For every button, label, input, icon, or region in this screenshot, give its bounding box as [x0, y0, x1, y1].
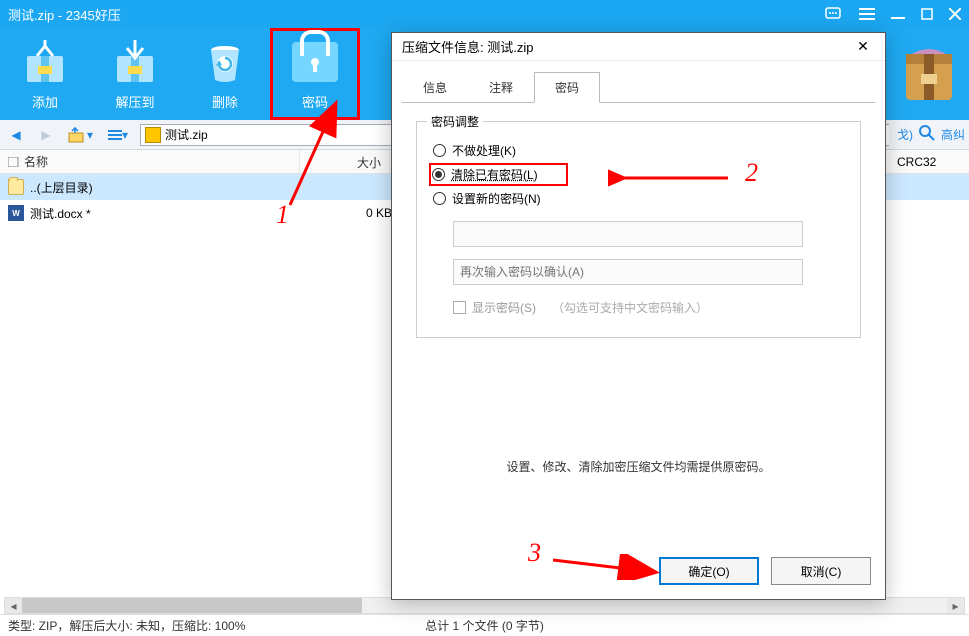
password-dialog: 压缩文件信息: 测试.zip ✕ 信息 注释 密码 密码调整 不做处理(K) 清… — [391, 32, 886, 600]
right-text: 戈) — [897, 126, 913, 143]
radio-noop[interactable]: 不做处理(K) — [433, 142, 844, 159]
maximize-button[interactable] — [921, 8, 933, 20]
chat-icon[interactable] — [825, 7, 843, 21]
add-button[interactable]: 添加 — [0, 28, 90, 120]
dialog-title: 压缩文件信息: 测试.zip — [402, 37, 851, 56]
tab-info[interactable]: 信息 — [402, 72, 468, 103]
scrollbar-thumb[interactable] — [22, 598, 362, 613]
status-mid: 总计 1 个文件 (0 字节) — [425, 617, 544, 634]
scroll-right-button[interactable]: ▸ — [947, 598, 964, 613]
window-title: 测试.zip - 2345好压 — [8, 5, 825, 24]
cancel-button[interactable]: 取消(C) — [771, 557, 871, 585]
dialog-note: 设置、修改、清除加密压缩文件均需提供原密码。 — [416, 458, 861, 475]
tab-comment[interactable]: 注释 — [468, 72, 534, 103]
extract-button[interactable]: 解压到 — [90, 28, 180, 120]
tab-password[interactable]: 密码 — [534, 72, 600, 103]
extract-label: 解压到 — [115, 92, 154, 111]
arrow-1 — [190, 90, 350, 220]
dialog-close-button[interactable]: ✕ — [851, 35, 875, 59]
password-input[interactable] — [453, 221, 803, 247]
add-label: 添加 — [32, 92, 58, 111]
arrow-2 — [608, 168, 738, 188]
checkbox-icon — [8, 157, 20, 167]
dialog-tabs: 信息 注释 密码 — [392, 61, 885, 102]
minimize-button[interactable] — [891, 7, 905, 21]
radio-set-new[interactable]: 设置新的密码(N) — [433, 190, 844, 207]
folder-icon — [8, 179, 24, 195]
status-bar: 类型: ZIP，解压后大小: 未知，压缩比: 100% 总计 1 个文件 (0 … — [0, 614, 969, 636]
right-archive-icon — [889, 28, 969, 120]
fieldset-legend: 密码调整 — [427, 113, 483, 130]
lock-icon — [291, 38, 339, 86]
forward-button[interactable]: ▶ — [34, 123, 58, 147]
right-adv[interactable]: 高纠 — [941, 126, 965, 143]
scroll-left-button[interactable]: ◂ — [5, 598, 22, 613]
radio-clear[interactable]: 清除已有密码(L) — [431, 165, 566, 184]
status-left: 类型: ZIP，解压后大小: 未知，压缩比: 100% — [8, 617, 245, 634]
password-inputs: 显示密码(S) （勾选可支持中文密码输入） — [453, 215, 844, 317]
col-crc[interactable]: CRC32 — [897, 155, 936, 169]
right-partial: 戈) 高纠 CRC32 — [889, 28, 969, 174]
back-button[interactable]: ◀ — [4, 123, 28, 147]
titlebar: 测试.zip - 2345好压 — [0, 0, 969, 28]
search-icon[interactable] — [919, 125, 935, 144]
close-button[interactable] — [949, 8, 961, 20]
docx-icon: W — [8, 205, 24, 221]
archive-icon — [145, 127, 161, 143]
extract-icon — [111, 38, 159, 86]
up-button[interactable]: ▾ — [64, 123, 96, 147]
trash-icon — [201, 38, 249, 86]
ok-button[interactable]: 确定(O) — [659, 557, 759, 585]
arrow-3 — [548, 554, 668, 580]
dialog-titlebar: 压缩文件信息: 测试.zip ✕ — [392, 33, 885, 61]
menu-icon[interactable] — [859, 8, 875, 20]
hint-text: （勾选可支持中文密码输入） — [552, 299, 708, 316]
show-password-checkbox[interactable]: 显示密码(S) （勾选可支持中文密码输入） — [453, 299, 708, 316]
password-confirm-input[interactable] — [453, 259, 803, 285]
password-fieldset: 密码调整 不做处理(K) 清除已有密码(L) 设置新的密码(N) 显示密码(S)… — [416, 121, 861, 338]
view-button[interactable]: ▾ — [102, 123, 134, 147]
add-icon — [21, 38, 69, 86]
checkbox-icon — [453, 301, 466, 314]
